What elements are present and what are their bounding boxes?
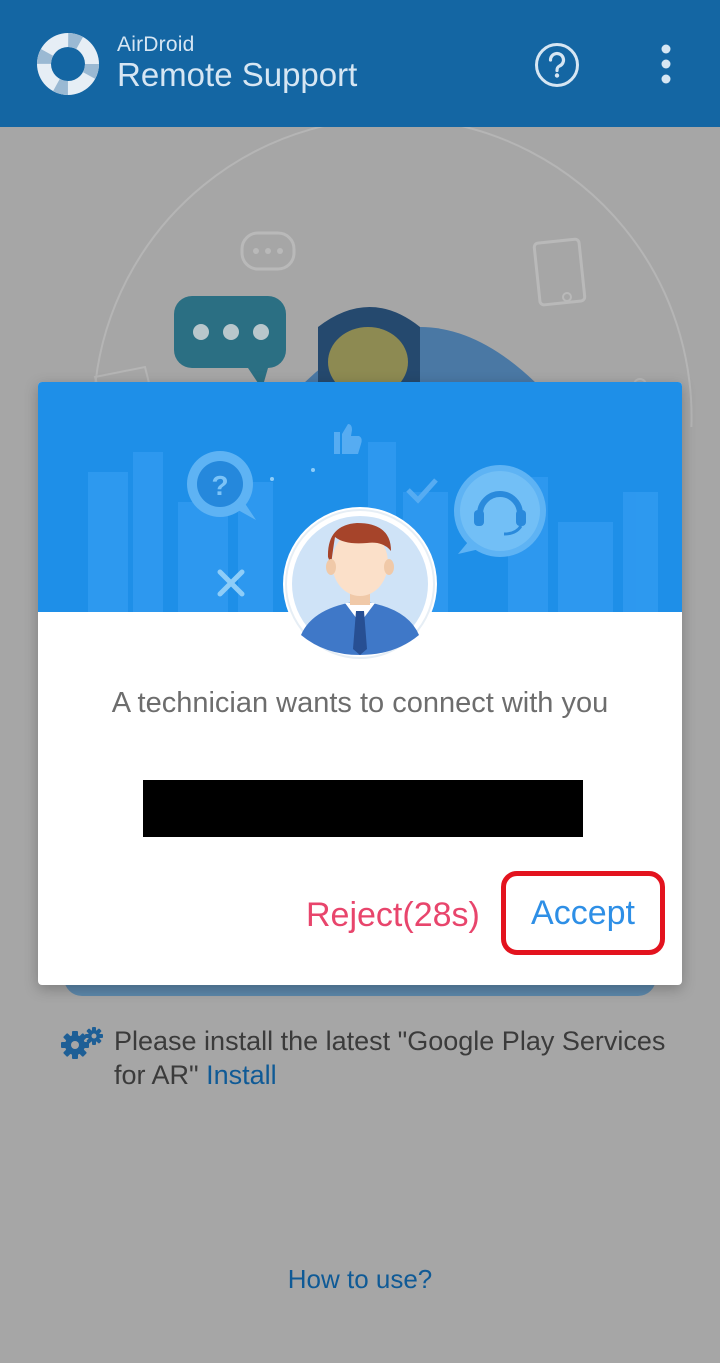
notice-message: Please install the latest "Google Play S… <box>114 1026 666 1090</box>
app-title-brand: AirDroid <box>117 33 195 56</box>
reject-button[interactable]: Reject(28s) <box>306 890 496 940</box>
install-link[interactable]: Install <box>206 1060 277 1090</box>
more-options-icon[interactable] <box>648 40 684 90</box>
dialog-message: A technician wants to connect with you <box>111 687 609 719</box>
app-title: Remote Support <box>117 56 358 93</box>
notice-text: Please install the latest "Google Play S… <box>114 1024 674 1092</box>
help-icon[interactable] <box>534 42 580 88</box>
technician-avatar <box>283 507 437 661</box>
how-to-use-link[interactable]: How to use? <box>0 1264 720 1295</box>
accept-button[interactable]: Accept <box>501 871 665 955</box>
redacted-technician-info <box>143 780 583 837</box>
technician-avatar-icon <box>285 509 435 659</box>
connection-request-dialog: ? A technician wants to connect with you… <box>38 382 682 985</box>
settings-gear-icon <box>61 1027 103 1059</box>
app-bar: AirDroid Remote Support <box>0 0 720 127</box>
svg-text:?: ? <box>211 470 228 501</box>
lifebuoy-logo-icon <box>37 33 99 95</box>
